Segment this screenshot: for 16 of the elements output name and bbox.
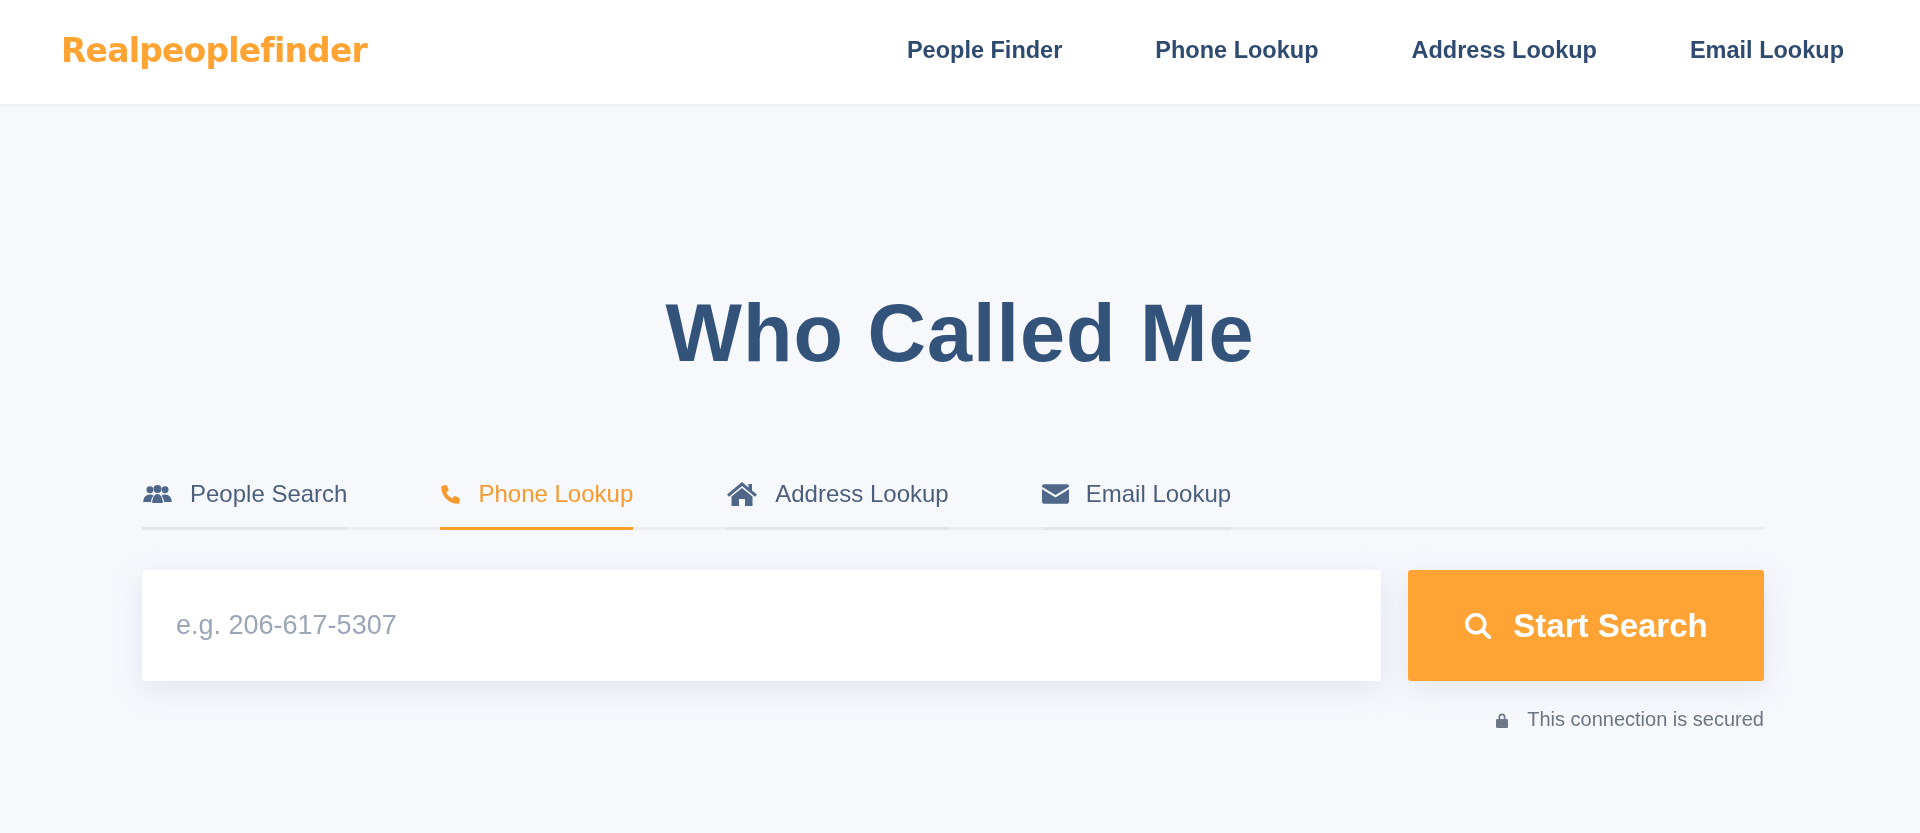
phone-handset-icon	[440, 483, 462, 505]
house-icon	[726, 481, 759, 507]
page-title: Who Called Me	[665, 287, 1255, 380]
search-field[interactable]: e.g. 206-617-5307	[142, 570, 1381, 681]
search-tab[interactable]: People Search	[142, 465, 348, 530]
lock-icon	[1495, 711, 1510, 728]
search-tab[interactable]: Address Lookup	[726, 465, 949, 530]
envelope-icon	[1041, 484, 1069, 504]
secure-connection-note: This connection is secured	[1527, 708, 1764, 731]
search-icon	[1464, 612, 1492, 639]
nav-link[interactable]: People Finder	[906, 36, 1063, 64]
nav-link[interactable]: Phone Lookup	[1155, 36, 1319, 64]
search-tab[interactable]: Email Lookup	[1041, 465, 1232, 530]
people-group-icon	[142, 484, 173, 504]
nav-link[interactable]: Email Lookup	[1689, 36, 1844, 64]
nav-link[interactable]: Address Lookup	[1411, 36, 1597, 64]
